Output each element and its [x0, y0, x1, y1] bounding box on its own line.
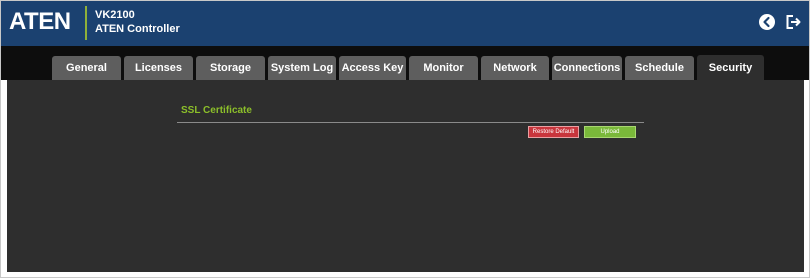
upload-button[interactable]: Upload [584, 126, 636, 138]
tab-network[interactable]: Network [481, 56, 549, 80]
aten-logo: ATEN [9, 8, 71, 35]
tab-access-key[interactable]: Access Key [339, 56, 406, 80]
header-bar: ATEN VK2100 ATEN Controller [0, 0, 810, 46]
tab-system-log[interactable]: System Log [268, 56, 336, 80]
logo-divider [85, 6, 87, 40]
restore-default-button[interactable]: Restore Default [528, 126, 579, 138]
tab-monitor[interactable]: Monitor [409, 56, 478, 80]
tab-schedule[interactable]: Schedule [625, 56, 694, 80]
tab-licenses[interactable]: Licenses [124, 56, 193, 80]
back-icon[interactable] [758, 13, 776, 31]
security-panel: SSL Certificate Restore Default Upload [7, 80, 804, 272]
app-window: ATEN VK2100 ATEN Controller General Lice… [0, 0, 810, 278]
ssl-certificate-title: SSL Certificate [181, 105, 252, 116]
tab-storage[interactable]: Storage [196, 56, 265, 80]
tab-general[interactable]: General [52, 56, 121, 80]
tab-connections[interactable]: Connections [552, 56, 622, 80]
logout-icon[interactable] [784, 13, 802, 31]
device-info: VK2100 ATEN Controller [95, 8, 180, 36]
tab-bar: General Licenses Storage System Log Acce… [0, 46, 810, 81]
device-name: ATEN Controller [95, 23, 180, 35]
device-model: VK2100 [95, 9, 135, 21]
section-divider [177, 122, 644, 123]
tab-security[interactable]: Security [697, 55, 764, 81]
tab-list: General Licenses Storage System Log Acce… [52, 55, 764, 81]
